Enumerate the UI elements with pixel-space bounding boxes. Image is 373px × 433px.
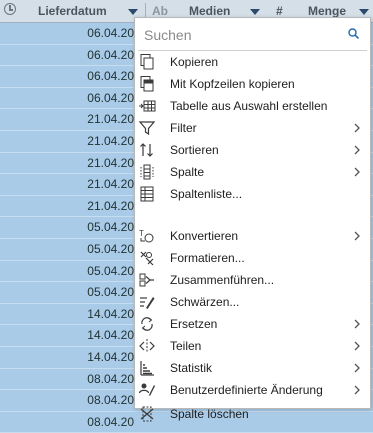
chevron-right-icon [354, 363, 360, 373]
menu-item-spalte-loeschen[interactable]: Spalte löschen [135, 403, 370, 425]
merge-icon [138, 271, 156, 289]
menu-item-label: Teilen [170, 339, 202, 353]
sort-icon [138, 141, 156, 159]
redact-icon [138, 293, 156, 311]
menu-item-filter[interactable]: Filter [135, 117, 370, 139]
menu-item-label: Spalte [170, 165, 205, 179]
menu-item-formatieren[interactable]: Formatieren... [135, 247, 370, 269]
date-cell: 08.04.20 [87, 414, 134, 429]
menu-item-label: Filter [170, 121, 197, 135]
date-cell: 14.04.20 [87, 328, 134, 343]
menu-item-label: Tabelle aus Auswahl erstellen [170, 99, 328, 113]
menu-item-mit-kopfzeilen-kopieren[interactable]: Mit Kopfzeilen kopieren [135, 73, 370, 95]
column-header-lieferdatum[interactable]: Lieferdatum [38, 0, 107, 22]
clock-icon [4, 3, 16, 15]
menu-item-label: Spaltenliste... [170, 187, 243, 201]
menu-item-label: Schwärzen... [170, 295, 240, 309]
dropdown-arrow-icon[interactable] [250, 9, 260, 15]
search-icon[interactable] [348, 28, 359, 39]
date-cell: 14.04.20 [87, 349, 134, 364]
date-cell: 08.04.20 [87, 371, 134, 386]
date-cell: 06.04.20 [87, 69, 134, 84]
menu-item-ersetzen[interactable]: Ersetzen [135, 313, 370, 335]
date-cell: 21.04.20 [87, 177, 134, 192]
date-cell: 14.04.20 [87, 306, 134, 321]
dropdown-arrow-icon[interactable] [128, 9, 138, 15]
filter-icon [138, 119, 156, 137]
chevron-right-icon [354, 231, 360, 241]
date-cell: 21.04.20 [87, 198, 134, 213]
menu-item-label: Ersetzen [170, 317, 218, 331]
menu-item-label: Statistik [170, 361, 213, 375]
replace-icon [138, 315, 156, 333]
date-cell: 08.04.20 [87, 393, 134, 408]
menu-item-kopieren[interactable]: Kopieren [135, 51, 370, 73]
menu-item-teilen[interactable]: Teilen [135, 335, 370, 357]
menu-item-label: Mit Kopfzeilen kopieren [170, 77, 295, 91]
menu-item-label: Sortieren [170, 143, 219, 157]
date-cell: 06.04.20 [87, 47, 134, 62]
menu-item-sortieren[interactable]: Sortieren [135, 139, 370, 161]
menu-item-label: Kopieren [170, 55, 219, 69]
chevron-right-icon [354, 167, 360, 177]
date-cell: 05.04.20 [87, 241, 134, 256]
statistics-icon [138, 359, 156, 377]
copy-icon [138, 53, 156, 71]
custom-change-icon [138, 381, 156, 399]
menu-item-label: Formatieren... [170, 251, 245, 265]
date-cell: 06.04.20 [87, 26, 134, 40]
create-table-icon [138, 97, 156, 115]
date-cell: 06.04.20 [87, 90, 134, 105]
format-icon [138, 249, 156, 267]
date-cell: 05.04.20 [87, 285, 134, 300]
chevron-right-icon [354, 319, 360, 329]
menu-item-benutzerdefinierte-aenderung[interactable]: Benutzerdefinierte Änderung [135, 379, 370, 401]
chevron-right-icon [354, 341, 360, 351]
convert-icon: T [138, 227, 156, 245]
menu-item-spalte[interactable]: Spalte [135, 161, 370, 183]
delete-column-icon [138, 405, 156, 423]
date-cell: 05.04.20 [87, 220, 134, 235]
copy-with-headers-icon [138, 75, 156, 93]
chevron-right-icon [354, 145, 360, 155]
date-cell: 05.04.20 [87, 263, 134, 278]
menu-search [138, 20, 367, 51]
date-cell: 21.04.20 [87, 133, 134, 148]
dropdown-arrow-icon[interactable] [359, 9, 369, 15]
date-cell: 21.04.20 [87, 112, 134, 127]
chevron-right-icon [354, 385, 360, 395]
menu-item-konvertieren[interactable]: T Konvertieren [135, 225, 370, 247]
menu-item-spaltenliste[interactable]: Spaltenliste... [135, 183, 370, 205]
menu-item-label: Zusammenführen... [170, 273, 275, 287]
split-icon [138, 337, 156, 355]
search-input[interactable] [144, 24, 334, 46]
menu-item-label: Konvertieren [170, 229, 239, 243]
menu-item-label: Spalte löschen [170, 407, 249, 421]
menu-item-zusammenfuehren[interactable]: Zusammenführen... [135, 269, 370, 291]
chevron-right-icon [354, 123, 360, 133]
date-cell: 21.04.20 [87, 155, 134, 170]
menu-item-statistik[interactable]: Statistik [135, 357, 370, 379]
menu-item-tabelle-erstellen[interactable]: Tabelle aus Auswahl erstellen [135, 95, 370, 117]
column-icon [138, 163, 156, 181]
context-menu: Kopieren Mit Kopfzeilen kopieren Tabelle… [134, 17, 371, 422]
menu-item-schwaerzen[interactable]: Schwärzen... [135, 291, 370, 313]
column-list-icon [138, 185, 156, 203]
menu-item-label: Benutzerdefinierte Änderung [170, 383, 323, 397]
svg-text:T: T [139, 229, 144, 238]
